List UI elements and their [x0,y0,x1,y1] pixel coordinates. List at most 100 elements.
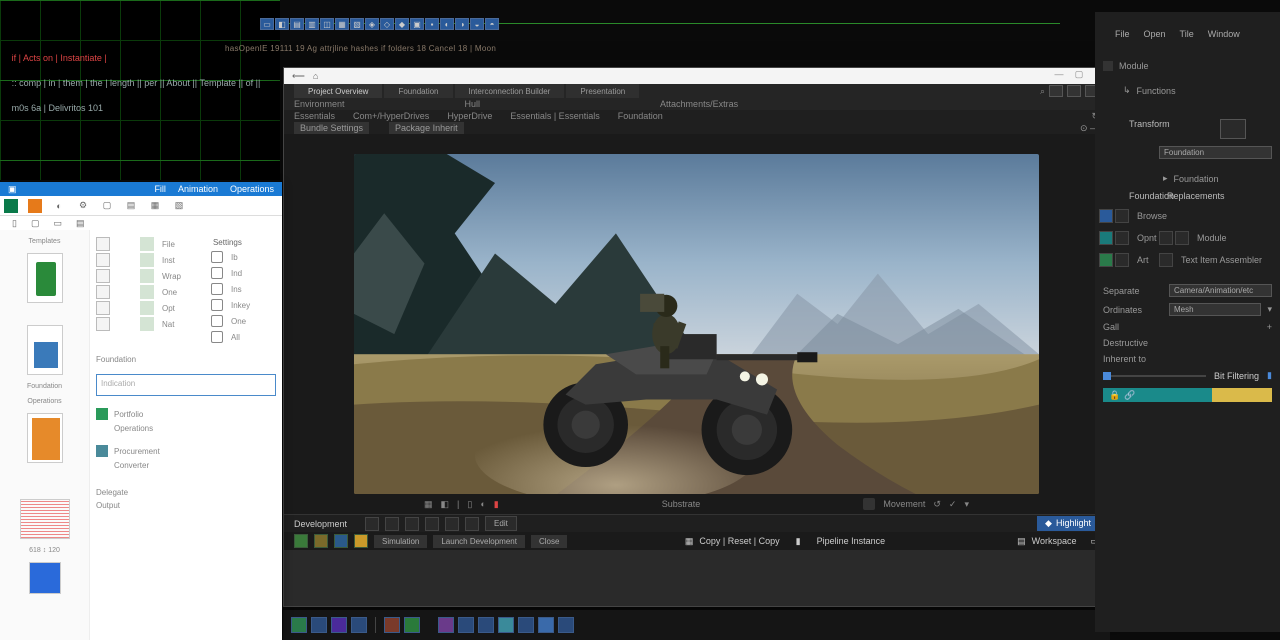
tool-icon[interactable] [1159,253,1173,267]
tool-icon[interactable] [1099,209,1113,223]
field-icon[interactable] [96,317,110,331]
link-icon[interactable] [96,445,108,457]
prop-input[interactable]: Mesh [1169,303,1261,316]
taskbar-icon[interactable] [478,617,494,633]
home-icon[interactable] [4,199,18,213]
toolbar-icon[interactable]: ◓ [485,18,499,30]
tool-icon[interactable] [1159,231,1173,245]
template-blue[interactable] [27,325,63,375]
panel-icon[interactable] [1049,85,1063,97]
copy-icon[interactable]: ▦ [685,536,694,547]
checkbox[interactable] [211,299,223,311]
vp-save-icon[interactable] [863,498,875,510]
tool-icon[interactable] [365,517,379,531]
field-icon[interactable] [96,285,110,299]
taskbar-icon[interactable] [384,617,400,633]
taskbar-icon[interactable] [438,617,454,633]
pipe-icon[interactable]: ▮ [796,536,801,547]
search-input[interactable]: Indication [96,374,276,396]
sub-label[interactable]: Environment [294,99,345,109]
tool-icon[interactable] [405,517,419,531]
link-icon[interactable] [96,408,108,420]
prop-input[interactable]: Camera/Animation/etc [1169,284,1272,297]
slider[interactable] [1103,375,1206,377]
tool-icon[interactable] [1099,253,1113,267]
sub-icon[interactable]: ▯ [12,218,17,229]
checkbox[interactable] [211,331,223,343]
tab-overview[interactable]: Project Overview [294,84,382,98]
bot-icon[interactable] [314,534,328,548]
menu-icon[interactable]: ▤ [124,199,138,213]
vp-icon[interactable]: ▦ [424,499,433,510]
toolbar-icon[interactable]: ◆ [395,18,409,30]
render-viewport[interactable] [354,154,1039,494]
tool-icon[interactable] [1175,231,1189,245]
vp-down-icon[interactable]: ▾ [964,499,969,510]
insp-item[interactable]: ↳Functions [1095,82,1280,99]
title-item[interactable]: Animation [178,184,218,194]
tool-icon[interactable] [385,517,399,531]
vp-icon[interactable]: ▯ [467,499,472,510]
edit-button[interactable]: Edit [485,516,517,531]
taskbar-icon[interactable] [291,617,307,633]
chip-package[interactable]: Package Inherit [389,122,464,134]
checkbox[interactable] [211,267,223,279]
field-icon[interactable] [96,301,110,315]
link-label[interactable]: Procurement [114,447,160,456]
insp-input[interactable]: Foundation [1159,146,1272,159]
taskbar-icon[interactable] [404,617,420,633]
title-item[interactable]: Fill [154,184,166,194]
toolbar-icon[interactable]: ◧ [275,18,289,30]
taskbar-icon[interactable] [498,617,514,633]
toolbar-icon[interactable]: ◐ [440,18,454,30]
vp-refresh-icon[interactable]: ↺ [933,499,941,510]
field-icon[interactable] [140,317,154,331]
tool-icon[interactable] [425,517,439,531]
new-icon[interactable] [28,199,42,213]
menu-item[interactable]: Tile [1180,29,1194,39]
tool-icon[interactable] [1115,209,1129,223]
template-bluesq[interactable] [29,562,61,594]
toolbar-icon[interactable]: ▪ [425,18,439,30]
sub-label[interactable]: Hull [465,99,481,109]
menu-item[interactable]: Window [1208,29,1240,39]
toolbar-icon[interactable]: ◈ [365,18,379,30]
insp-item[interactable]: Module [1095,58,1280,74]
menu-item[interactable]: Open [1144,29,1166,39]
menu-icon[interactable]: ▢ [100,199,114,213]
template-pattern[interactable] [20,499,70,539]
field-icon[interactable] [140,301,154,315]
vp-icon[interactable]: ◧ [441,499,450,510]
toolbar-icon[interactable]: ▦ [335,18,349,30]
sub-icon[interactable]: ▭ [53,218,62,229]
taskbar-icon[interactable] [458,617,474,633]
launch-button[interactable]: Launch Development [433,535,525,548]
field-icon[interactable] [96,237,110,251]
vp-icon[interactable]: | [457,499,459,509]
tool-icon[interactable] [445,517,459,531]
search-icon[interactable]: ⌕ [1040,86,1045,97]
vp-icon[interactable]: ◐ [480,499,485,509]
link-label[interactable]: Portfolio [114,410,143,419]
taskbar-icon[interactable] [311,617,327,633]
link-label[interactable]: Converter [114,461,276,470]
insp-item[interactable]: ▸Foundation [1095,170,1280,187]
toolbar-icon[interactable]: ◑ [455,18,469,30]
minimize-button[interactable]: — [1053,68,1065,80]
editor-titlebar[interactable]: ⟵ ⌂ — ▢ ✕ [284,68,1109,84]
sub2-item[interactable]: Essentials | Essentials [510,111,599,121]
chip-bundle[interactable]: Bundle Settings [294,122,369,134]
lock-icon[interactable]: 🔒 [1109,390,1120,401]
highlight-button[interactable]: ◆Highlight [1037,516,1099,531]
toolbar-icon[interactable]: ▣ [410,18,424,30]
sub2-item[interactable]: Com+/HyperDrives [353,111,429,121]
bot-icon[interactable] [294,534,308,548]
link-label[interactable]: Operations [114,424,276,433]
toolbar-icon[interactable]: ▭ [260,18,274,30]
color-chip[interactable]: 🔒🔗 [1103,388,1272,402]
sub2-item[interactable]: Foundation [618,111,663,121]
tool-icon[interactable] [465,517,479,531]
sub2-item[interactable]: Essentials [294,111,335,121]
menu-icon[interactable]: ▧ [172,199,186,213]
color-swatch[interactable] [1220,119,1246,139]
